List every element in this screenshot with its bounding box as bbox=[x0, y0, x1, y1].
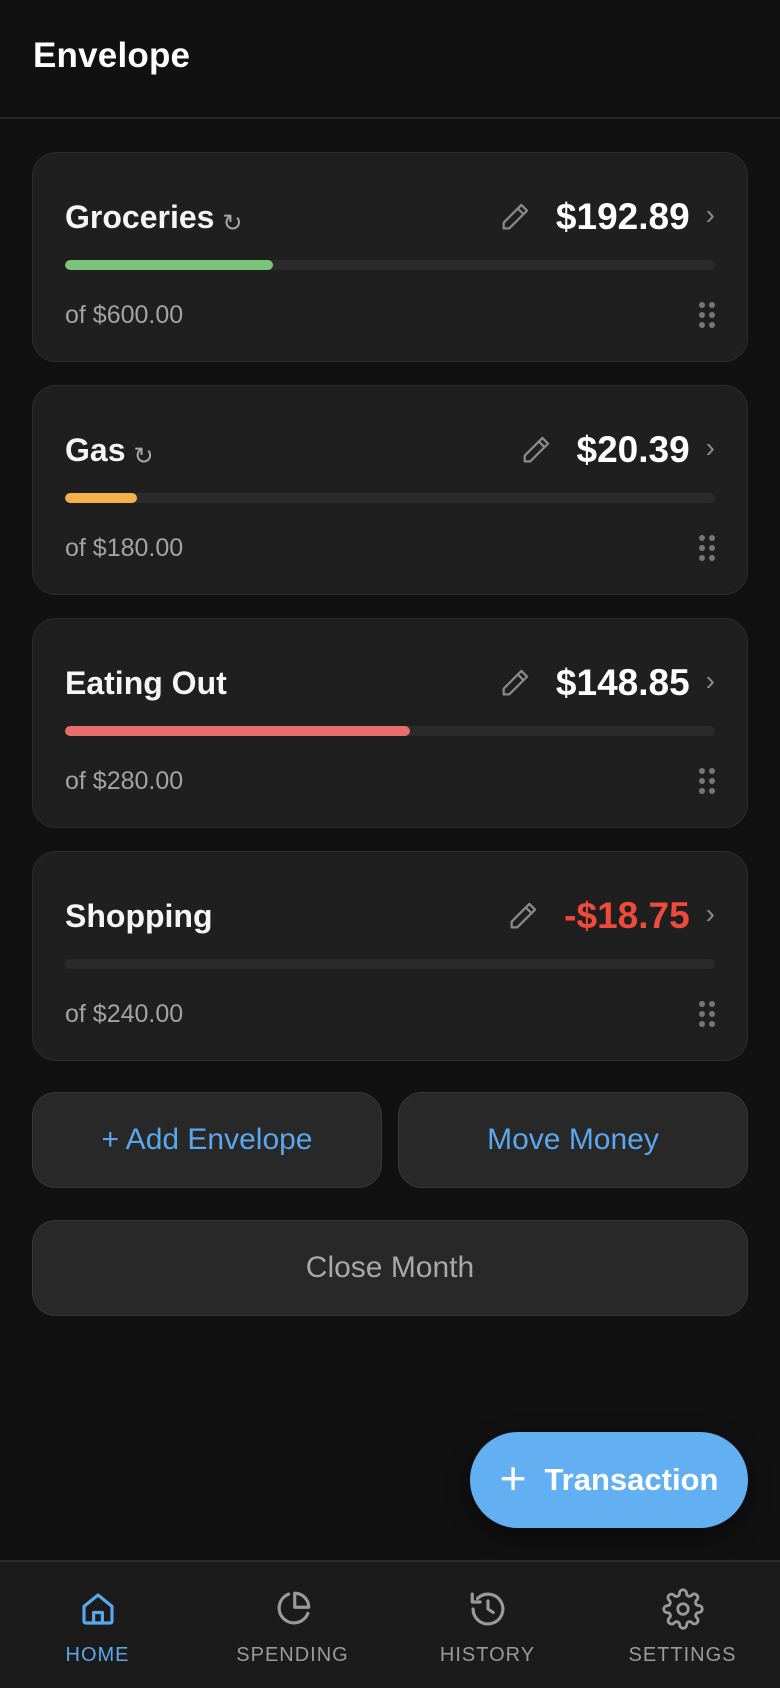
close-month-button[interactable]: Close Month bbox=[32, 1220, 748, 1316]
envelope-balance: -$18.75 bbox=[564, 895, 690, 936]
envelope-budget: of $180.00 bbox=[65, 533, 184, 562]
progress-fill bbox=[65, 260, 273, 270]
envelope-title: Groceries ↻ bbox=[65, 198, 243, 237]
drag-handle-icon[interactable] bbox=[699, 1001, 715, 1027]
edit-pencil-icon[interactable] bbox=[519, 433, 553, 467]
envelope-balance: $20.39 bbox=[576, 429, 690, 470]
envelope-amount-group: $148.85 › bbox=[498, 662, 715, 704]
progress-fill bbox=[65, 493, 137, 503]
progress-track bbox=[65, 493, 715, 503]
home-icon bbox=[81, 1593, 114, 1625]
gear-icon bbox=[661, 1588, 704, 1630]
nav-history[interactable]: HISTORY bbox=[390, 1562, 585, 1688]
progress-track bbox=[65, 959, 715, 969]
drag-handle-icon[interactable] bbox=[699, 535, 715, 561]
edit-pencil-icon[interactable] bbox=[498, 666, 532, 700]
envelope-card-header: Groceries ↻ $192.89 › bbox=[65, 191, 715, 243]
progress-track bbox=[65, 726, 715, 736]
chevron-right-icon[interactable]: › bbox=[706, 201, 715, 229]
nav-settings-label: SETTINGS bbox=[628, 1644, 737, 1666]
add-transaction-label: Transaction bbox=[544, 1462, 719, 1497]
envelope-balance: $192.89 bbox=[555, 196, 690, 237]
drag-handle-icon[interactable] bbox=[699, 302, 715, 328]
envelope-budget: of $240.00 bbox=[65, 999, 184, 1028]
envelope-amount-group: $192.89 › bbox=[498, 196, 715, 238]
nav-spending-label: SPENDING bbox=[236, 1644, 349, 1666]
nav-home[interactable]: HOME bbox=[0, 1562, 195, 1688]
nav-spending[interactable]: SPENDING bbox=[195, 1562, 390, 1688]
plus-icon: + bbox=[499, 1452, 527, 1504]
envelope-title: Eating Out bbox=[65, 665, 235, 702]
app-header: Envelope bbox=[0, 0, 780, 119]
envelope-budget: of $280.00 bbox=[65, 766, 184, 795]
envelope-title: Gas ↻ bbox=[65, 431, 154, 470]
add-transaction-button[interactable]: + Transaction bbox=[470, 1432, 748, 1528]
app-root: Envelope Groceries ↻ $192.89 › of $600.0… bbox=[0, 0, 780, 1688]
pie-chart-icon bbox=[277, 1591, 310, 1625]
envelope-card-header: Shopping -$18.75 › bbox=[65, 890, 715, 942]
envelope-card[interactable]: Shopping -$18.75 › of $240.00 bbox=[32, 851, 748, 1061]
envelope-budget: of $600.00 bbox=[65, 300, 184, 329]
history-icon bbox=[470, 1592, 504, 1626]
edit-pencil-icon[interactable] bbox=[506, 899, 540, 933]
drag-handle-icon[interactable] bbox=[699, 768, 715, 794]
envelope-name: Groceries bbox=[65, 198, 215, 235]
envelope-card-header: Eating Out $148.85 › bbox=[65, 657, 715, 709]
envelope-card-footer: of $600.00 bbox=[65, 295, 715, 335]
bottom-nav: HOME SPENDING HISTORY SETTINGS bbox=[0, 1560, 780, 1688]
action-row: + Add Envelope Move Money bbox=[32, 1092, 748, 1188]
move-money-button[interactable]: Move Money bbox=[398, 1092, 748, 1188]
envelope-title: Shopping bbox=[65, 898, 221, 935]
envelope-card[interactable]: Gas ↻ $20.39 › of $180.00 bbox=[32, 385, 748, 595]
nav-history-label: HISTORY bbox=[439, 1644, 536, 1666]
envelope-card-footer: of $280.00 bbox=[65, 761, 715, 801]
envelope-amount-group: -$18.75 › bbox=[506, 895, 715, 937]
recurring-icon: ↻ bbox=[222, 209, 243, 237]
chevron-right-icon[interactable]: › bbox=[706, 900, 715, 928]
envelope-list: Groceries ↻ $192.89 › of $600.00 Gas ↻ $… bbox=[32, 152, 748, 1084]
envelope-card[interactable]: Eating Out $148.85 › of $280.00 bbox=[32, 618, 748, 828]
envelope-card-footer: of $180.00 bbox=[65, 528, 715, 568]
recurring-icon: ↻ bbox=[133, 442, 154, 470]
nav-home-label: HOME bbox=[65, 1644, 130, 1666]
chevron-right-icon[interactable]: › bbox=[706, 667, 715, 695]
edit-pencil-icon[interactable] bbox=[498, 200, 532, 234]
envelope-amount-group: $20.39 › bbox=[519, 429, 715, 471]
nav-settings[interactable]: SETTINGS bbox=[585, 1562, 780, 1688]
progress-track bbox=[65, 260, 715, 270]
page-title: Envelope bbox=[33, 35, 191, 75]
envelope-card-header: Gas ↻ $20.39 › bbox=[65, 424, 715, 476]
envelope-name: Shopping bbox=[65, 897, 213, 934]
add-envelope-button[interactable]: + Add Envelope bbox=[32, 1092, 382, 1188]
envelope-name: Gas bbox=[65, 431, 126, 468]
chevron-right-icon[interactable]: › bbox=[706, 434, 715, 462]
envelope-card-footer: of $240.00 bbox=[65, 994, 715, 1034]
envelope-card[interactable]: Groceries ↻ $192.89 › of $600.00 bbox=[32, 152, 748, 362]
envelope-name: Eating Out bbox=[65, 664, 227, 701]
envelope-balance: $148.85 bbox=[555, 662, 690, 703]
progress-fill bbox=[65, 726, 410, 736]
